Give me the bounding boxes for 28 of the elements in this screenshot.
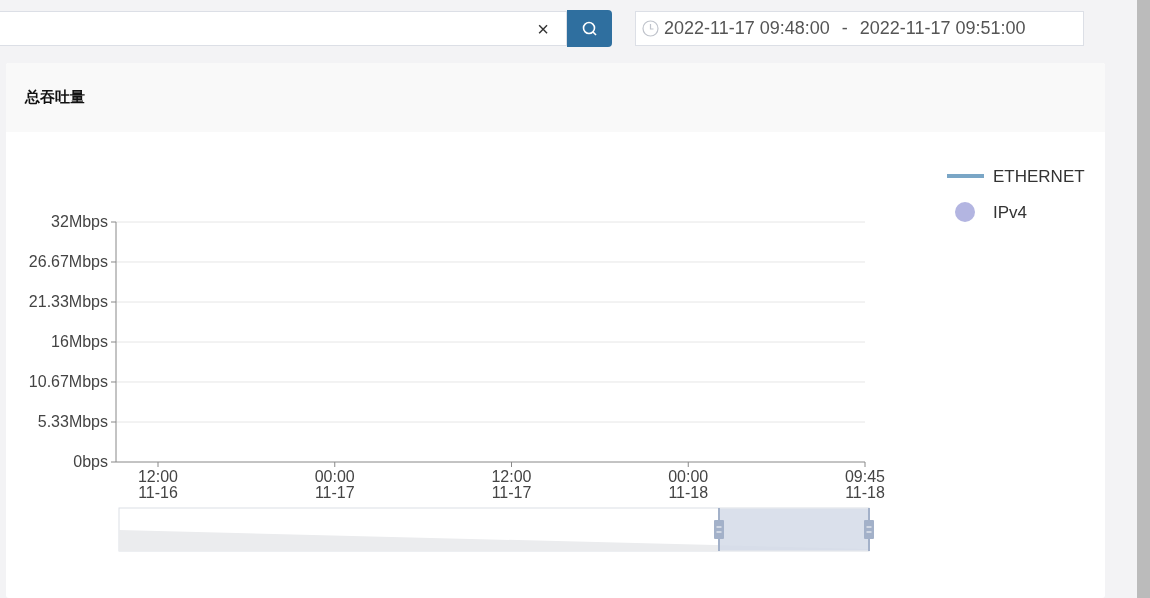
x-tick-label: 12:00 11-17: [491, 468, 532, 501]
clock-icon: [642, 20, 659, 37]
end-time: 2022-11-17 09:51:00: [859, 18, 1026, 39]
x-tick-label: 09:45 11-18: [845, 468, 885, 501]
clear-icon[interactable]: ×: [537, 18, 549, 39]
y-tick-label: 32Mbps: [51, 213, 108, 230]
time-range-field[interactable]: 2022-11-17 09:48:00 - 2022-11-17 09:51:00: [635, 11, 1084, 46]
zoom-handle[interactable]: [714, 507, 724, 552]
y-tick-label: 5.33Mbps: [37, 413, 108, 430]
y-tick-label: 21.33Mbps: [28, 293, 108, 310]
search-field[interactable]: ×: [0, 11, 567, 46]
y-tick-label: 16Mbps: [51, 333, 108, 350]
legend-label[interactable]: ETHERNET: [993, 167, 1085, 186]
x-tick-label: 12:00 11-16: [138, 468, 178, 501]
zoom-handle[interactable]: [864, 507, 874, 552]
y-tick-label: 0bps: [73, 453, 108, 470]
x-tick-label: 00:00 11-17: [314, 468, 355, 501]
zoom-selection[interactable]: [719, 508, 869, 551]
search-icon: [580, 19, 599, 38]
search-button[interactable]: [567, 10, 612, 47]
scrollbar[interactable]: [1137, 0, 1150, 598]
card-title: 总吞吐量: [25, 88, 85, 107]
legend-label[interactable]: IPv4: [993, 203, 1028, 222]
range-separator: -: [841, 18, 848, 39]
y-tick-label: 26.67Mbps: [28, 253, 108, 270]
y-tick-label: 10.67Mbps: [28, 373, 108, 390]
start-time: 2022-11-17 09:48:00: [664, 18, 830, 39]
x-tick-label: 00:00 11-18: [668, 468, 709, 501]
